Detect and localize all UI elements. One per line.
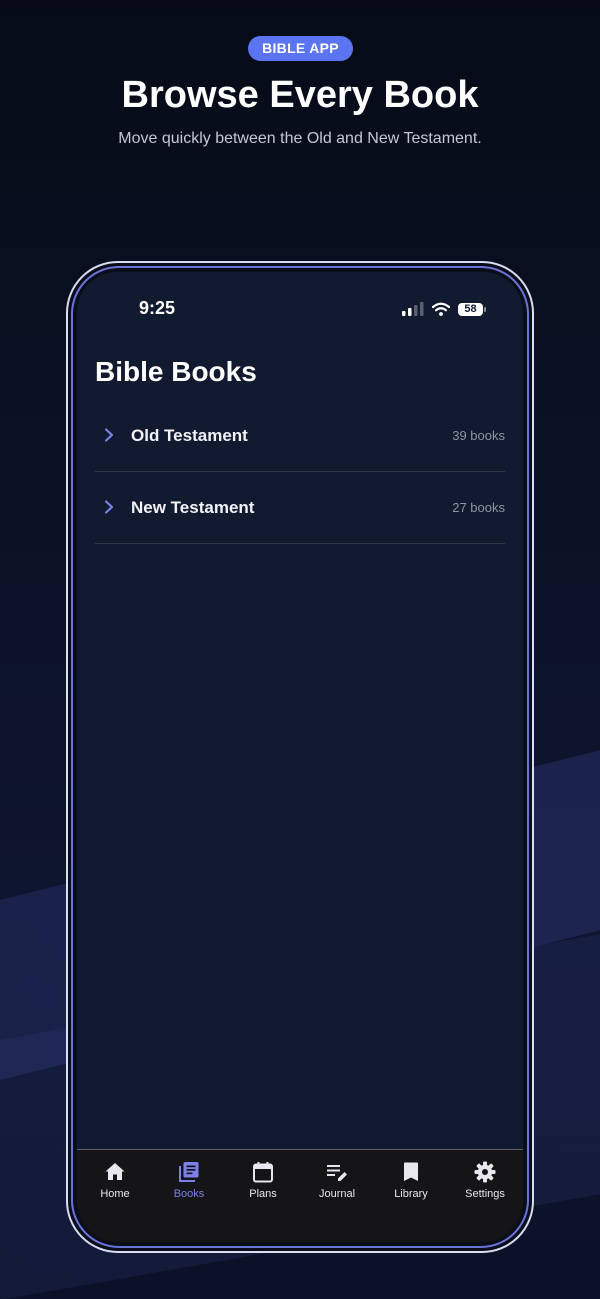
section-label: New Testament <box>131 498 255 517</box>
chevron-right-icon <box>104 428 114 442</box>
tab-books[interactable]: Books <box>152 1160 226 1210</box>
tab-home[interactable]: Home <box>78 1160 152 1210</box>
status-icons: 58 <box>402 300 486 318</box>
battery-indicator: 58 <box>458 302 486 316</box>
tab-bar: Home Books Plans Journal Library Setting… <box>77 1149 523 1242</box>
tab-journal[interactable]: Journal <box>300 1160 374 1210</box>
books-icon <box>179 1162 199 1182</box>
tab-label: Settings <box>465 1188 505 1200</box>
phone-screen: 9:25 58 Bible Books Old Testament 39 boo… <box>77 272 523 1242</box>
hero-subtitle: Move quickly between the Old and New Tes… <box>118 130 482 147</box>
tab-label: Library <box>394 1188 428 1200</box>
page-title: Bible Books <box>95 356 257 387</box>
gear-icon <box>474 1161 496 1183</box>
status-time: 9:25 <box>139 298 176 318</box>
tab-library[interactable]: Library <box>374 1160 448 1210</box>
app-badge: BIBLE APP <box>248 36 353 61</box>
journal-edit-icon <box>327 1165 347 1181</box>
new-testament-row[interactable]: New Testament 27 books <box>95 471 505 544</box>
tab-plans[interactable]: Plans <box>226 1160 300 1210</box>
chevron-right-icon <box>104 500 114 514</box>
tab-label: Journal <box>318 1188 356 1200</box>
cellular-signal-icon <box>402 302 424 316</box>
wifi-icon <box>432 302 450 316</box>
hero-title: Browse Every Book <box>121 74 479 116</box>
book-count: 39 books <box>452 428 505 443</box>
tab-label: Plans <box>249 1188 277 1200</box>
old-testament-row[interactable]: Old Testament 39 books <box>95 399 505 472</box>
book-count: 27 books <box>452 500 505 515</box>
bookmark-icon <box>404 1162 418 1181</box>
home-icon <box>105 1163 125 1180</box>
tab-settings[interactable]: Settings <box>448 1160 522 1210</box>
tab-label: Books <box>173 1188 205 1200</box>
calendar-icon <box>253 1162 273 1183</box>
section-label: Old Testament <box>131 426 248 445</box>
tab-label: Home <box>100 1188 130 1200</box>
